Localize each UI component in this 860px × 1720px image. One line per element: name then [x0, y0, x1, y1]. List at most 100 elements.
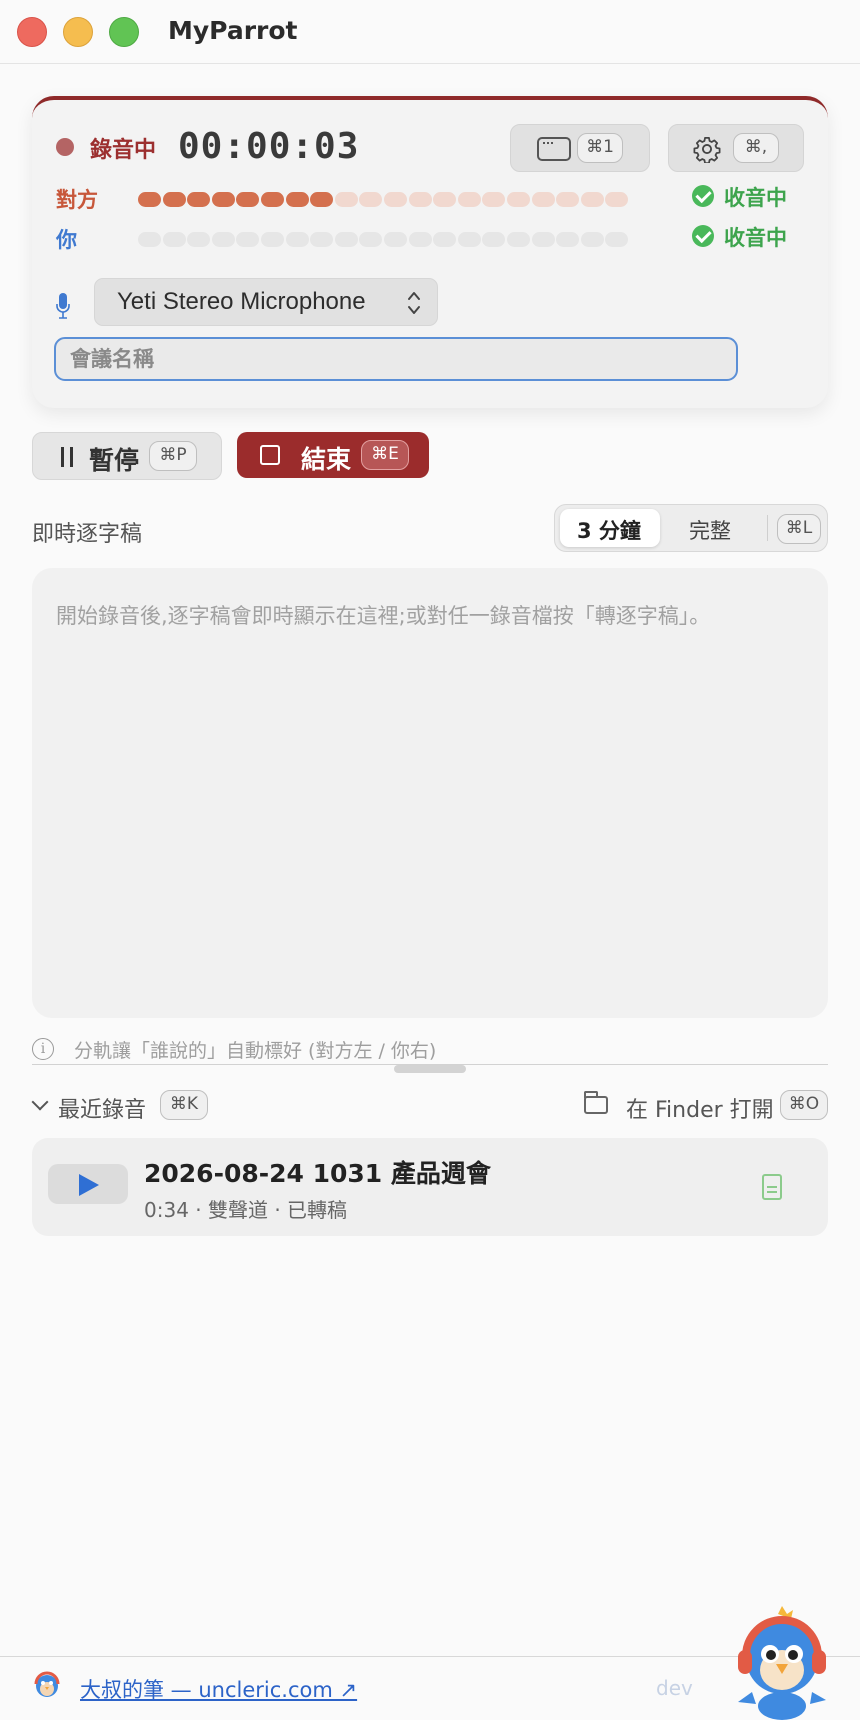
parrot-mascot-icon [738, 1606, 826, 1720]
other-level-segment [236, 192, 260, 207]
recording-meta: 0:34 · 雙聲道 · 已轉稿 [144, 1198, 348, 1222]
other-level-segment [162, 192, 186, 207]
you-level-segment [457, 232, 481, 247]
other-level-segment [138, 192, 161, 207]
pause-icon [61, 447, 73, 467]
recording-indicator-icon [56, 138, 74, 156]
view-option-full[interactable]: 完整 [689, 515, 731, 545]
title-bar: MyParrot [0, 0, 860, 64]
resize-handle[interactable] [394, 1065, 466, 1073]
other-level-segment [334, 192, 358, 207]
folder-icon[interactable] [584, 1091, 608, 1114]
document-icon[interactable] [762, 1174, 782, 1200]
you-level-segment [580, 232, 604, 247]
recording-title: 2026-08-24 1031 產品週會 [144, 1159, 491, 1188]
you-level-segment [482, 232, 506, 247]
other-level-segment [433, 192, 457, 207]
you-level-segment [556, 232, 580, 247]
you-level-segment [236, 232, 260, 247]
open-in-finder-button[interactable]: 在 Finder 打開 [626, 1092, 774, 1124]
view-option-3min[interactable]: 3 分鐘 [577, 515, 641, 545]
you-level-segment [187, 232, 211, 247]
recording-panel: 錄音中 00:00:03 ⌘1 ⌘, 對方 收音中 你 收音中 Yeti Ste… [32, 96, 828, 408]
settings-button[interactable]: ⌘, [668, 124, 804, 172]
other-level-segment [605, 192, 629, 207]
stop-button[interactable]: 結束 ⌘E [237, 432, 429, 478]
other-level-segment [408, 192, 432, 207]
channel-hint: 分軌讓「誰說的」自動標好 (對方左 / 你右) [74, 1040, 437, 1062]
you-level-segment [334, 232, 358, 247]
you-level-segment [310, 232, 334, 247]
play-icon [79, 1174, 99, 1196]
microphone-icon [56, 293, 70, 319]
transcript-title: 即時逐字稿 [32, 522, 143, 547]
other-level-segment [531, 192, 555, 207]
segment-divider [767, 515, 768, 541]
you-level-segment [285, 232, 309, 247]
transcript-area[interactable]: 開始錄音後,逐字稿會即時顯示在這裡;或對任一錄音檔按「轉逐字稿」。 [32, 568, 828, 1018]
view-shortcut-badge: ⌘L [777, 514, 821, 544]
pause-button-label: 暫停 [89, 446, 140, 475]
chevron-down-icon[interactable] [31, 1093, 49, 1111]
minimize-window-button[interactable] [63, 17, 93, 47]
you-channel-label: 你 [56, 228, 77, 252]
recent-shortcut-badge: ⌘K [160, 1090, 208, 1120]
meeting-name-input[interactable] [54, 337, 738, 381]
website-link[interactable]: 大叔的筆 — uncleric.com ↗ [80, 1674, 357, 1704]
other-level-segment [187, 192, 211, 207]
other-level-segment [457, 192, 481, 207]
other-level-segment [211, 192, 235, 207]
other-level-segment [359, 192, 383, 207]
other-status-text: 收音中 [724, 186, 787, 210]
other-channel-label: 對方 [56, 188, 98, 212]
other-level-segment [556, 192, 580, 207]
info-icon: i [32, 1038, 54, 1060]
recording-timer: 00:00:03 [178, 126, 360, 167]
check-icon [692, 185, 714, 207]
other-level-segment [261, 192, 284, 207]
other-level-segment [384, 192, 407, 207]
microphone-select[interactable]: Yeti Stereo Microphone [94, 278, 438, 326]
list-item[interactable]: 2026-08-24 1031 產品週會 0:34 · 雙聲道 · 已轉稿 [32, 1138, 828, 1236]
stop-shortcut-badge: ⌘E [361, 440, 409, 470]
you-level-segment [138, 232, 161, 247]
recent-recordings-title[interactable]: 最近錄音 [58, 1092, 146, 1124]
build-label: dev [656, 1676, 693, 1700]
parrot-logo-icon [34, 1671, 60, 1697]
chevron-up-down-icon [408, 292, 420, 314]
footer: 大叔的筆 — uncleric.com ↗ dev [0, 1656, 860, 1720]
you-level-segment [359, 232, 383, 247]
stop-button-label: 結束 [301, 445, 352, 474]
transcript-view-toggle: 3 分鐘 完整 ⌘L [554, 504, 828, 552]
you-level-segment [211, 232, 235, 247]
recording-status-label: 錄音中 [90, 138, 157, 163]
toggle-window-button[interactable]: ⌘1 [510, 124, 650, 172]
stop-icon [260, 445, 280, 465]
finder-shortcut-badge: ⌘O [780, 1090, 828, 1120]
settings-shortcut-badge: ⌘, [733, 133, 779, 163]
you-level-segment [408, 232, 432, 247]
pause-shortcut-badge: ⌘P [149, 441, 197, 471]
other-level-segment [507, 192, 530, 207]
you-status-text: 收音中 [724, 226, 787, 250]
other-level-segment [482, 192, 506, 207]
other-level-segment [580, 192, 604, 207]
you-level-segment [507, 232, 530, 247]
window-icon [537, 137, 571, 161]
microphone-device-label: Yeti Stereo Microphone [117, 288, 366, 315]
you-level-segment [162, 232, 186, 247]
transcript-placeholder: 開始錄音後,逐字稿會即時顯示在這裡;或對任一錄音檔按「轉逐字稿」。 [56, 604, 711, 628]
close-window-button[interactable] [17, 17, 47, 47]
app-title: MyParrot [168, 16, 298, 45]
you-level-segment [384, 232, 407, 247]
other-level-segment [310, 192, 334, 207]
window-shortcut-badge: ⌘1 [577, 133, 623, 163]
check-icon [692, 225, 714, 247]
maximize-window-button[interactable] [109, 17, 139, 47]
you-level-segment [433, 232, 457, 247]
pause-button[interactable]: 暫停 ⌘P [32, 432, 222, 480]
gear-icon [693, 137, 721, 163]
you-level-segment [605, 232, 629, 247]
you-level-segment [261, 232, 284, 247]
play-button[interactable] [48, 1164, 128, 1204]
